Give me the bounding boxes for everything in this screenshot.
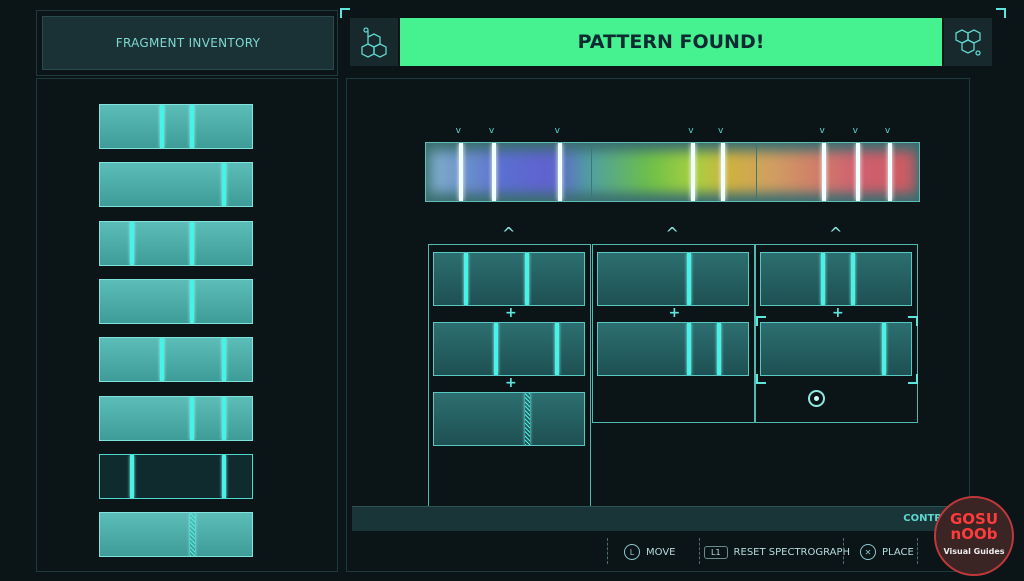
- fragment[interactable]: [99, 104, 253, 149]
- fragment-line: [190, 396, 195, 440]
- fragment[interactable]: [99, 337, 253, 383]
- fragment-line: [221, 454, 226, 498]
- spectrum-line: [855, 143, 860, 201]
- frame-corner: [340, 8, 350, 18]
- fragment-line: [524, 393, 530, 445]
- l1-button-icon: L1: [704, 545, 728, 559]
- fragment-line: [463, 253, 468, 305]
- reset-label: RESET SPECTROGRAPH: [733, 546, 851, 558]
- fragment[interactable]: [596, 252, 749, 306]
- fragment[interactable]: [99, 162, 253, 208]
- selection-corner: [756, 374, 766, 384]
- controls-bar: CONTR: [352, 506, 972, 531]
- spectrum-line: [822, 143, 827, 201]
- marker-chevron: v: [688, 126, 694, 136]
- cross-button-icon: ✕: [860, 544, 876, 560]
- fragment-line: [555, 323, 560, 375]
- plus-icon: +: [668, 305, 681, 321]
- plus-icon: +: [505, 375, 517, 391]
- marker-chevron: v: [884, 126, 891, 136]
- fragment-line: [190, 279, 195, 323]
- gosunoob-watermark-logo: GOSU nOOb Visual Guides: [934, 496, 1014, 576]
- spectrum-line: [458, 143, 463, 201]
- fragment[interactable]: [99, 512, 253, 558]
- fragment-line: [130, 454, 135, 498]
- spectrum-line: [557, 143, 562, 201]
- spectrum-divider: [590, 143, 592, 201]
- fragment[interactable]: [433, 322, 585, 376]
- pattern-found-banner: PATTERN FOUND!: [400, 18, 942, 66]
- fragment[interactable]: [99, 220, 253, 266]
- cursor[interactable]: [808, 390, 825, 407]
- plus-icon: +: [832, 305, 844, 321]
- fragment[interactable]: [760, 252, 912, 306]
- frame-corner: [996, 8, 1006, 18]
- fragment[interactable]: [760, 322, 912, 376]
- spectrum-line: [691, 143, 696, 201]
- column-chevron: ^: [502, 224, 516, 243]
- fragment[interactable]: [99, 453, 253, 499]
- fragment-line: [221, 396, 226, 440]
- fragment[interactable]: [596, 322, 749, 376]
- fragment-line: [159, 105, 164, 148]
- spectrum-divider: [756, 143, 758, 201]
- divider: [843, 538, 844, 564]
- fragment-line: [130, 221, 135, 265]
- molecule-icon: [350, 18, 398, 66]
- marker-chevron: v: [554, 126, 560, 136]
- fragment-line: [821, 253, 826, 305]
- column-chevron: ^: [665, 224, 679, 243]
- fragment-line: [882, 323, 887, 375]
- reset-spectrograph-control[interactable]: L1 RESET SPECTROGRAPH: [704, 540, 850, 564]
- place-label: PLACE: [882, 546, 914, 558]
- spectrum-gradient: [430, 151, 915, 193]
- fragment-line: [190, 221, 195, 265]
- selection-corner: [908, 374, 918, 384]
- fragment-line: [687, 253, 692, 305]
- fragment-line: [190, 513, 196, 557]
- column-chevron: ^: [829, 224, 843, 243]
- fragment-line: [687, 323, 692, 375]
- spectrum-line: [887, 143, 892, 201]
- fragment-line: [221, 338, 226, 382]
- marker-chevron: v: [718, 126, 724, 136]
- marker-chevron: v: [455, 126, 461, 136]
- fragment-line: [850, 253, 855, 305]
- fragment-line: [159, 338, 164, 382]
- fragment-inventory-title: FRAGMENT INVENTORY: [42, 16, 334, 70]
- fragment-line: [717, 323, 722, 375]
- spectrum-line: [721, 143, 725, 201]
- fragment[interactable]: [433, 252, 585, 306]
- divider: [917, 538, 918, 564]
- molecule-icon: [944, 18, 992, 66]
- marker-chevron: v: [488, 126, 495, 136]
- fragment-line: [494, 323, 499, 375]
- plus-icon: +: [505, 305, 517, 321]
- selection-corner: [908, 316, 918, 326]
- fragment-line: [524, 253, 529, 305]
- spectrograph-target: [425, 142, 920, 202]
- fragment-line: [221, 163, 226, 207]
- divider: [607, 538, 608, 564]
- fragment-line: [190, 105, 195, 148]
- left-stick-icon: L: [624, 544, 640, 560]
- marker-chevron: v: [819, 126, 825, 136]
- spectrum-line: [491, 143, 496, 201]
- move-control[interactable]: L MOVE: [624, 540, 675, 564]
- fragment[interactable]: [99, 395, 253, 441]
- place-control[interactable]: ✕ PLACE: [860, 540, 914, 564]
- marker-chevron: v: [852, 126, 858, 136]
- divider: [699, 538, 700, 564]
- fragment[interactable]: [433, 392, 585, 446]
- fragment[interactable]: [99, 278, 253, 324]
- move-label: MOVE: [646, 546, 676, 558]
- selection-corner: [756, 316, 766, 326]
